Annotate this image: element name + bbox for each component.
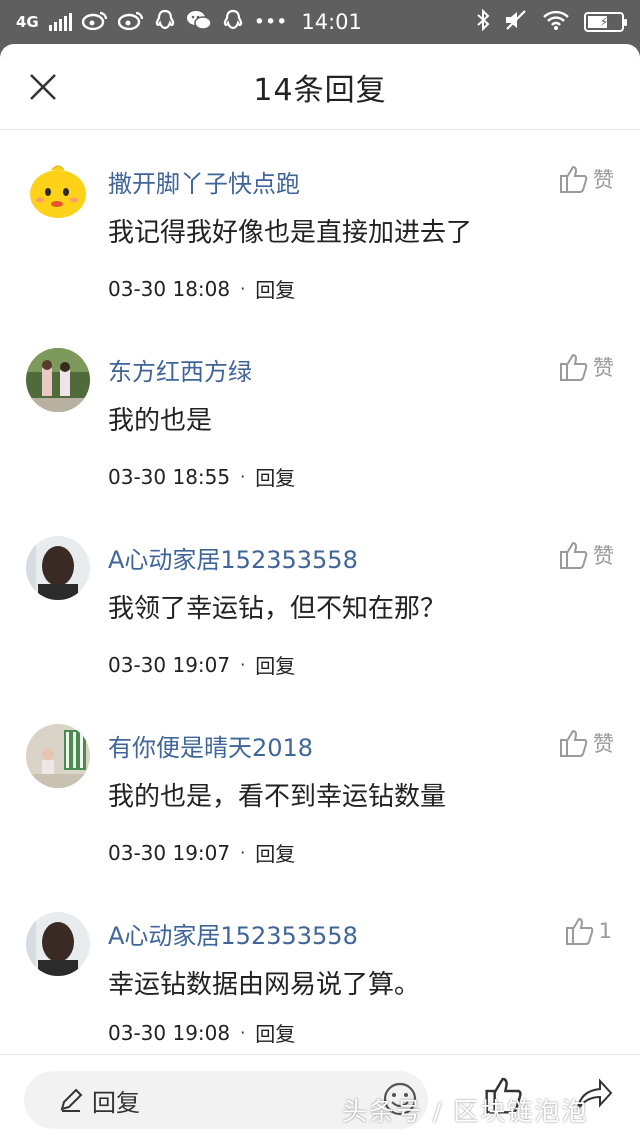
comment-username[interactable]: A心动家居152353558 bbox=[108, 916, 358, 951]
comment-meta: 03-30 19:07 · 回复 bbox=[108, 650, 295, 679]
comment-time: 03-30 18:08 bbox=[108, 276, 231, 301]
wechat-icon bbox=[186, 9, 212, 36]
avatar[interactable] bbox=[26, 912, 90, 976]
comment-text: 我的也是 bbox=[108, 406, 213, 436]
comment-username[interactable]: 撒开脚丫子快点跑 bbox=[108, 164, 300, 199]
close-button[interactable] bbox=[26, 70, 60, 104]
meta-separator: · bbox=[240, 1023, 246, 1042]
comment-username[interactable]: 有你便是晴天2018 bbox=[108, 728, 313, 763]
replies-panel: 14条回复 撒开脚丫子快点跑 我记得我好像也是直接加进去了 03-30 18:0… bbox=[0, 44, 640, 1138]
thumbs-up-icon bbox=[560, 353, 588, 381]
reply-link[interactable]: 回复 bbox=[255, 462, 295, 491]
meta-separator: · bbox=[240, 843, 246, 862]
watermark: 头条号 / 区块链泡泡 bbox=[342, 1097, 589, 1126]
reply-placeholder: 回复 bbox=[92, 1088, 140, 1117]
like-button[interactable]: 赞 bbox=[559, 164, 614, 194]
comment-item: A心动家居152353558 我领了幸运钻，但不知在那？ 03-30 19:07… bbox=[0, 536, 640, 724]
network-type: 4G bbox=[16, 13, 39, 31]
comment-time: 03-30 19:07 bbox=[108, 652, 231, 677]
weibo-icon bbox=[81, 10, 108, 35]
bluetooth-icon bbox=[476, 8, 490, 36]
reply-link[interactable]: 回复 bbox=[255, 650, 295, 679]
like-button[interactable]: 1 bbox=[565, 916, 612, 946]
mute-icon bbox=[504, 9, 528, 36]
comment-text: 我记得我好像也是直接加进去了 bbox=[108, 218, 473, 248]
comment-meta: 03-30 19:07 · 回复 bbox=[108, 838, 295, 867]
qq-icon bbox=[154, 9, 176, 36]
panel-header: 14条回复 bbox=[0, 44, 640, 130]
comment-meta: 03-30 18:08 · 回复 bbox=[108, 274, 295, 303]
comment-time: 03-30 18:55 bbox=[108, 464, 231, 489]
comment-username[interactable]: A心动家居152353558 bbox=[108, 540, 358, 575]
comment-text: 幸运钻数据由网易说了算。 bbox=[108, 970, 421, 1000]
like-button[interactable]: 赞 bbox=[559, 540, 614, 570]
reply-link[interactable]: 回复 bbox=[255, 838, 295, 867]
qq-icon bbox=[222, 9, 244, 36]
thumbs-up-icon bbox=[565, 917, 593, 945]
like-label: 赞 bbox=[593, 732, 614, 756]
comment-meta: 03-30 18:55 · 回复 bbox=[108, 462, 295, 491]
thumbs-up-icon bbox=[560, 541, 588, 569]
close-icon bbox=[30, 74, 56, 100]
comment-meta: 03-30 19:08 · 回复 bbox=[108, 1018, 295, 1047]
battery-icon: ⚡ bbox=[584, 12, 627, 32]
like-label: 赞 bbox=[593, 544, 614, 568]
meta-separator: · bbox=[240, 467, 246, 486]
weibo-icon bbox=[117, 10, 144, 35]
page-title: 14条回复 bbox=[253, 72, 387, 108]
comment-text: 我的也是，看不到幸运钻数量 bbox=[108, 782, 447, 812]
comment-username[interactable]: 东方红西方绿 bbox=[108, 352, 252, 387]
avatar[interactable] bbox=[26, 160, 90, 224]
wifi-icon bbox=[542, 9, 570, 36]
avatar[interactable] bbox=[26, 348, 90, 412]
comment-item: 有你便是晴天2018 我的也是，看不到幸运钻数量 03-30 19:07 · 回… bbox=[0, 724, 640, 912]
comment-text: 我领了幸运钻，但不知在那？ bbox=[108, 594, 447, 624]
status-bar: 4G ••• 14:01 ⚡ bbox=[0, 0, 640, 44]
meta-separator: · bbox=[240, 655, 246, 674]
more-icon: ••• bbox=[253, 10, 288, 33]
thumbs-up-icon bbox=[560, 165, 588, 193]
comment-item: 撒开脚丫子快点跑 我记得我好像也是直接加进去了 03-30 18:08 · 回复… bbox=[0, 160, 640, 348]
like-button[interactable]: 赞 bbox=[559, 352, 614, 382]
like-label: 赞 bbox=[593, 356, 614, 380]
comment-time: 03-30 19:07 bbox=[108, 840, 231, 865]
thumbs-up-icon bbox=[560, 729, 588, 757]
comment-time: 03-30 19:08 bbox=[108, 1020, 231, 1045]
avatar[interactable] bbox=[26, 536, 90, 600]
like-label: 赞 bbox=[593, 168, 614, 192]
signal-icon bbox=[48, 13, 72, 31]
like-count: 1 bbox=[598, 919, 612, 943]
reply-link[interactable]: 回复 bbox=[255, 274, 295, 303]
status-time: 14:01 bbox=[301, 10, 362, 34]
comment-item: 东方红西方绿 我的也是 03-30 18:55 · 回复 赞 bbox=[0, 348, 640, 536]
reply-link[interactable]: 回复 bbox=[255, 1018, 295, 1047]
pencil-icon bbox=[60, 1088, 83, 1112]
avatar[interactable] bbox=[26, 724, 90, 788]
meta-separator: · bbox=[240, 279, 246, 298]
like-button[interactable]: 赞 bbox=[559, 728, 614, 758]
